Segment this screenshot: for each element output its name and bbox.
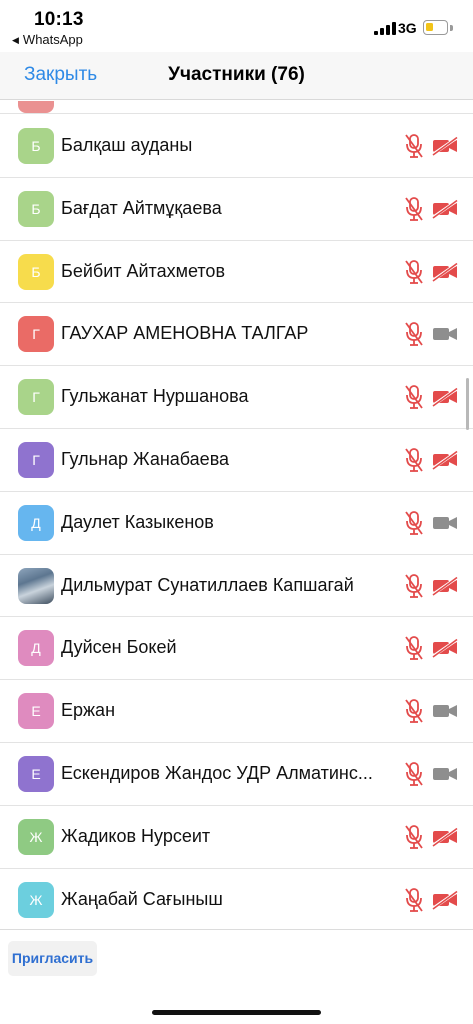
participant-row[interactable]: Д Дуйсен Бокей: [0, 617, 473, 681]
participant-row[interactable]: Ж Жаңабай Сағыныш: [0, 869, 473, 929]
participant-name: Жадиков Нурсеит: [61, 825, 211, 846]
participant-name: Балқаш ауданы: [61, 135, 193, 155]
avatar-photo: [18, 567, 54, 604]
battery-icon: [423, 20, 448, 35]
participant-name: Дильмурат Сунатиллаев Капшагай: [61, 574, 354, 595]
avatar: Б: [18, 253, 54, 290]
participant-row[interactable]: Б Балқаш ауданы: [0, 115, 473, 178]
mic-muted-icon: [404, 761, 424, 787]
page-title: Участники (76): [168, 64, 305, 85]
video-off-icon: [431, 638, 459, 659]
network-type: 3G: [398, 20, 417, 36]
participant-row[interactable]: Г ГАУХАР АМЕНОВНА ТАЛГАР: [0, 303, 473, 367]
mic-muted-icon: [404, 259, 424, 285]
mic-muted-icon: [404, 698, 424, 724]
avatar: Г: [18, 316, 54, 353]
participant-row[interactable]: Б Бағдат Айтмұқаева: [0, 178, 473, 241]
participant-row[interactable]: Е Ескендиров Жандос УДР Алматинс...: [0, 743, 473, 806]
cellular-signal-icon: [374, 22, 396, 35]
scrollbar[interactable]: [466, 378, 469, 430]
participant-name: Даулет Казыкенов: [61, 511, 214, 532]
video-off-icon: [431, 575, 459, 596]
participant-name: Бағдат Айтмұқаева: [61, 197, 222, 218]
avatar: Б: [18, 128, 54, 164]
video-off-icon: [431, 135, 459, 157]
mic-muted-icon: [404, 196, 424, 222]
avatar: Б: [18, 190, 54, 227]
participant-name: Бейбит Айтахметов: [61, 260, 226, 281]
navigation-bar: Закрыть Участники (76): [0, 52, 473, 100]
mic-muted-icon: [404, 133, 424, 159]
participant-name: ГАУХАР АМЕНОВНА ТАЛГАР: [61, 323, 309, 344]
back-app-label: WhatsApp: [22, 32, 83, 47]
mic-muted-icon: [404, 384, 424, 410]
home-indicator: [152, 1010, 321, 1015]
participant-row[interactable]: Б Бейбит Айтахметов: [0, 241, 473, 304]
avatar: Е: [18, 755, 54, 792]
video-camera-icon: [432, 513, 458, 533]
avatar: Д: [18, 504, 54, 541]
avatar: Г: [18, 441, 54, 478]
video-off-icon: [431, 826, 459, 847]
participant-row[interactable]: Г Гульжанат Нуршанова: [0, 366, 473, 429]
mic-muted-icon: [404, 573, 424, 599]
participant-row[interactable]: Е Ержан: [0, 680, 473, 743]
participant-name: Гульжанат Нуршанова: [61, 386, 249, 407]
back-triangle-icon: ◀: [12, 35, 19, 45]
participant-row[interactable]: Ж Жадиков Нурсеит: [0, 806, 473, 869]
mic-muted-icon: [404, 824, 424, 850]
mic-muted-icon: [404, 321, 424, 347]
bottom-toolbar: Пригласить: [0, 929, 473, 1024]
participant-name: Ержан: [61, 700, 116, 721]
avatar: Ж: [18, 818, 54, 855]
participant-row[interactable]: Дильмурат Сунатиллаев Капшагай: [0, 555, 473, 618]
avatar: Е: [18, 693, 54, 730]
status-time: 10:13: [34, 9, 84, 30]
video-off-icon: [431, 889, 459, 910]
video-camera-icon: [432, 764, 458, 784]
mic-muted-icon: [404, 447, 424, 473]
mic-muted-icon: [404, 887, 424, 913]
list-item-partial: [0, 101, 473, 114]
participants-list[interactable]: Б Балқаш ауданы Б Бағдат Айтмұқаева Б Бейбит …: [0, 101, 473, 929]
participant-name: Ескендиров Жандос УДР Алматинс...: [61, 762, 373, 783]
video-camera-icon: [432, 324, 458, 344]
avatar: Д: [18, 630, 54, 667]
video-camera-icon: [432, 701, 458, 721]
back-to-app-link[interactable]: ◀ WhatsApp: [12, 32, 83, 47]
participant-name: Жаңабай Сағыныш: [61, 888, 223, 909]
mic-muted-icon: [404, 635, 424, 661]
status-bar: 10:13 ◀ WhatsApp 3G: [0, 0, 473, 52]
avatar: Ж: [18, 881, 54, 918]
video-off-icon: [431, 449, 459, 471]
participant-name: Гульнар Жанабаева: [61, 448, 230, 469]
invite-button[interactable]: Пригласить: [8, 941, 97, 976]
battery-cap: [450, 25, 453, 31]
video-off-icon: [431, 386, 459, 408]
participant-name: Дуйсен Бокей: [61, 637, 177, 658]
avatar: [18, 101, 54, 113]
participant-row[interactable]: Д Даулет Казыкенов: [0, 492, 473, 555]
mic-muted-icon: [404, 510, 424, 536]
video-off-icon: [431, 261, 459, 282]
video-off-icon: [431, 198, 459, 220]
participant-row[interactable]: Г Гульнар Жанабаева: [0, 429, 473, 492]
avatar: Г: [18, 379, 54, 416]
